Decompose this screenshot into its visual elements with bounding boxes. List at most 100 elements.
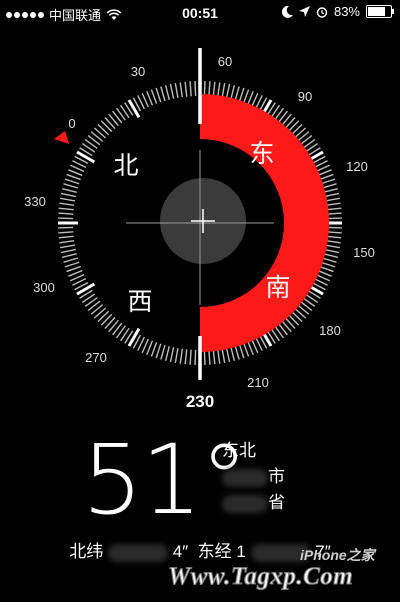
dial-tick (60, 192, 76, 198)
location-arrow-icon (298, 6, 310, 17)
dial-tick (60, 244, 76, 249)
dial-tick (64, 261, 80, 268)
alarm-icon (316, 6, 328, 18)
dial-tick (68, 269, 83, 277)
dial-tick (320, 261, 336, 268)
dial-tick (317, 269, 332, 277)
degree-label-180: 180 (319, 323, 341, 338)
dial-tick (325, 202, 341, 207)
dial-tick (64, 178, 80, 185)
degree-label-30: 30 (131, 64, 145, 79)
dial-tick (127, 99, 141, 119)
dial-tick (150, 89, 158, 104)
dial-tick (324, 248, 340, 254)
city-suffix: 市 (268, 467, 285, 486)
degree-label-300: 300 (33, 280, 55, 295)
moon-icon (281, 5, 293, 18)
dial-tick (169, 347, 175, 363)
dial-tick (66, 265, 81, 273)
watermark-badge: iPhone之家 (300, 547, 375, 563)
dial-tick (155, 343, 162, 359)
redacted-city (222, 468, 268, 487)
battery-fill (368, 7, 385, 16)
latitude-label: 北纬 (69, 542, 104, 561)
dial-tick (319, 265, 334, 273)
dial-tick (76, 150, 96, 164)
dial-tick (242, 89, 250, 104)
longitude-label: 东经 (197, 542, 232, 561)
dial-tick (326, 207, 342, 211)
dial-tick (58, 217, 74, 220)
dial-tick (194, 349, 197, 365)
dial-tick (58, 212, 74, 215)
degree-label-330: 330 (24, 194, 46, 209)
cardinal-north: 北 (113, 151, 138, 180)
degree-label-150: 150 (353, 245, 375, 260)
dial-tick (58, 235, 74, 239)
dial-tick (221, 347, 226, 363)
dial-tick (60, 197, 76, 202)
city-line: 市 (222, 462, 285, 487)
dial-tick (216, 82, 221, 98)
dial-tick (323, 187, 338, 193)
dial-tick (326, 217, 342, 220)
dial-tick (319, 173, 334, 181)
dial-tick (321, 183, 337, 189)
dial-tick (179, 348, 184, 364)
status-right: 83% (281, 4, 394, 19)
dial-tick (62, 253, 77, 259)
redacted-province (222, 494, 268, 513)
dial-tick (246, 91, 254, 106)
dial-tick (326, 212, 342, 215)
dial-tick (160, 86, 166, 102)
redacted-latitude (107, 543, 168, 562)
dial-tick (63, 257, 79, 263)
dial-tick (246, 340, 254, 355)
dial-tick (325, 239, 341, 244)
dial-tick (169, 83, 175, 99)
dial-tick (68, 169, 83, 177)
province-suffix: 省 (268, 493, 285, 512)
dial-tick (317, 169, 332, 177)
dial-tick (324, 197, 340, 202)
dial-tick (225, 347, 231, 363)
north-marker-icon (54, 131, 69, 144)
dial-tick (59, 239, 75, 244)
dial-tick (58, 231, 74, 234)
dial-tick (324, 244, 340, 249)
dial-tick (225, 83, 231, 99)
dial-tick (150, 342, 158, 357)
degree-label-90: 90 (298, 89, 312, 104)
dial-tick (326, 235, 342, 239)
cardinal-east: 东 (249, 139, 274, 168)
battery-percent: 83% (333, 4, 360, 19)
dial-tick (212, 349, 216, 365)
dial-tick (164, 85, 170, 100)
degree-label-0: 0 (68, 116, 75, 131)
latitude-tail: 4″ (172, 542, 189, 561)
dial-tick (323, 253, 338, 259)
dial-tick (59, 202, 75, 207)
dial-tick (63, 183, 79, 189)
degree-label-210: 210 (247, 375, 269, 390)
dial-tick (184, 81, 188, 97)
dial-tick (146, 340, 154, 355)
longitude-head: 1 (236, 542, 246, 561)
dial-tick (242, 342, 250, 357)
compass-dial[interactable]: 北 东 南 西 0 30 60 90 120 150 180 210 270 3… (0, 40, 400, 430)
dial-tick (164, 346, 170, 361)
heading-readout: 230 (185, 392, 215, 411)
dial-tick (212, 81, 216, 97)
dial-tick (203, 81, 206, 97)
dial-tick (189, 81, 192, 97)
dial-tick (324, 192, 340, 198)
dial-tick (208, 349, 211, 365)
dial-tick (320, 178, 336, 185)
dial-tick (234, 344, 240, 360)
dial-tick (326, 231, 342, 234)
dial-tick (58, 207, 74, 211)
degree-label-270: 270 (85, 350, 107, 365)
dial-tick (174, 347, 179, 363)
dial-tick (230, 346, 236, 361)
dial-tick (60, 248, 76, 254)
